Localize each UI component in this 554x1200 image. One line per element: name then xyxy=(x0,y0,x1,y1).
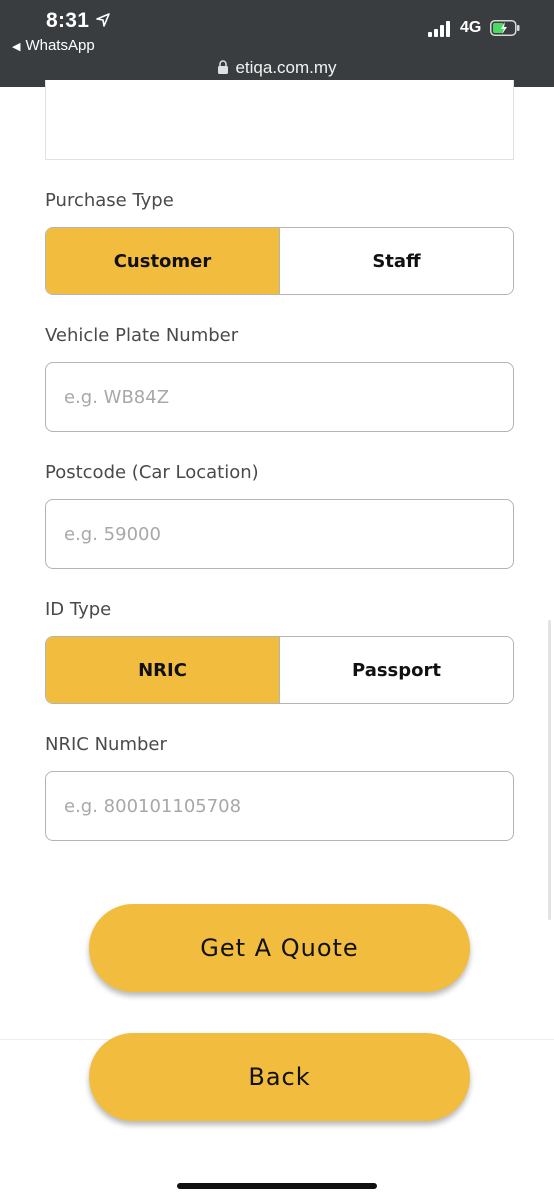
status-bar: 8:31 ◀ WhatsApp 4G etiqa.com.my xyxy=(0,0,554,87)
postcode-label: Postcode (Car Location) xyxy=(45,462,259,483)
vehicle-plate-input[interactable] xyxy=(46,363,513,431)
postcode-field xyxy=(45,499,514,569)
back-triangle-icon: ◀ xyxy=(12,41,21,53)
back-button[interactable]: Back xyxy=(89,1033,470,1121)
nric-number-field xyxy=(45,771,514,841)
cellular-signal-icon xyxy=(428,20,454,37)
get-a-quote-button[interactable]: Get A Quote xyxy=(89,904,470,992)
purchase-type-staff-option[interactable]: Staff xyxy=(280,228,513,294)
id-type-passport-option[interactable]: Passport xyxy=(280,637,513,703)
id-type-toggle: NRIC Passport xyxy=(45,636,514,704)
lock-icon xyxy=(218,60,229,74)
back-app-label: WhatsApp xyxy=(25,37,95,54)
previous-field-box[interactable] xyxy=(45,80,514,160)
nric-number-input[interactable] xyxy=(46,772,513,840)
scrollbar[interactable] xyxy=(548,620,551,920)
location-arrow-icon xyxy=(96,13,110,27)
network-type: 4G xyxy=(460,19,482,36)
battery-charging-icon xyxy=(490,20,520,36)
purchase-type-customer-option[interactable]: Customer xyxy=(46,228,280,294)
purchase-type-label: Purchase Type xyxy=(45,190,174,211)
address-bar[interactable]: etiqa.com.my xyxy=(0,58,554,78)
purchase-type-toggle: Customer Staff xyxy=(45,227,514,295)
clock: 8:31 xyxy=(46,9,90,32)
nric-number-label: NRIC Number xyxy=(45,734,167,755)
vehicle-plate-field xyxy=(45,362,514,432)
id-type-label: ID Type xyxy=(45,599,112,620)
home-indicator[interactable] xyxy=(177,1183,377,1189)
id-type-nric-option[interactable]: NRIC xyxy=(46,637,280,703)
vehicle-plate-label: Vehicle Plate Number xyxy=(45,325,239,346)
postcode-input[interactable] xyxy=(46,500,513,568)
back-to-app-link[interactable]: ◀ WhatsApp xyxy=(12,37,95,54)
url-text: etiqa.com.my xyxy=(235,58,337,77)
